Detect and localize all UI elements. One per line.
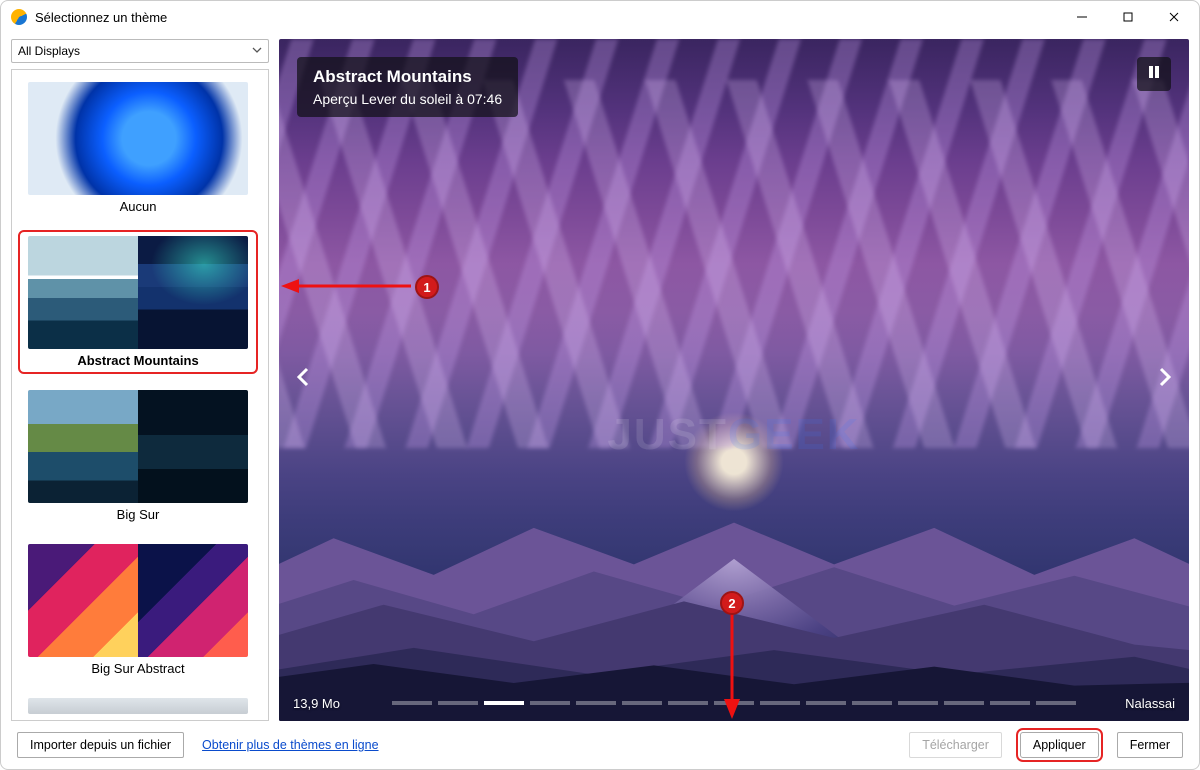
preview-dot[interactable] [898, 701, 938, 705]
preview-image [279, 39, 1189, 721]
theme-label: Big Sur Abstract [91, 661, 184, 676]
preview-dot[interactable] [760, 701, 800, 705]
apply-button[interactable]: Appliquer [1020, 732, 1099, 758]
preview-title-panel: Abstract Mountains Aperçu Lever du solei… [297, 57, 518, 117]
close-button[interactable] [1151, 1, 1197, 33]
import-button[interactable]: Importer depuis un fichier [17, 732, 184, 758]
sidebar: All Displays Aucun Abstract Mountains [11, 39, 269, 721]
chevron-left-icon [295, 372, 311, 394]
import-button-label: Importer depuis un fichier [30, 738, 171, 752]
preview-dot[interactable] [714, 701, 754, 705]
theme-item-abstract-mountains[interactable]: Abstract Mountains [18, 230, 258, 374]
theme-item-none[interactable]: Aucun [18, 76, 258, 220]
preview-dot[interactable] [484, 701, 524, 705]
preview-pane: JUSTGEEK Abstract Mountains Aperçu Lever… [279, 39, 1189, 721]
app-icon [11, 9, 27, 25]
chevron-down-icon [252, 44, 262, 58]
preview-dot[interactable] [990, 701, 1030, 705]
theme-item-next[interactable] [18, 692, 258, 720]
window-title: Sélectionnez un thème [35, 10, 167, 25]
preview-dot[interactable] [806, 701, 846, 705]
preview-dot[interactable] [530, 701, 570, 705]
download-button-label: Télécharger [922, 738, 989, 752]
minimize-button[interactable] [1059, 1, 1105, 33]
preview-dot[interactable] [668, 701, 708, 705]
pause-button[interactable] [1137, 57, 1171, 91]
preview-dot[interactable] [392, 701, 432, 705]
preview-prev-button[interactable] [285, 355, 321, 405]
preview-dot[interactable] [944, 701, 984, 705]
preview-dot[interactable] [438, 701, 478, 705]
close-button-label: Fermer [1130, 738, 1170, 752]
titlebar: Sélectionnez un thème [1, 1, 1199, 33]
theme-thumb [28, 390, 248, 503]
download-button: Télécharger [909, 732, 1002, 758]
maximize-button[interactable] [1105, 1, 1151, 33]
preview-dots[interactable] [392, 701, 1076, 705]
theme-list-scroll[interactable]: Aucun Abstract Mountains Big Sur [12, 70, 268, 720]
theme-thumb [28, 82, 248, 195]
display-selector[interactable]: All Displays [11, 39, 269, 63]
theme-label: Aucun [120, 199, 157, 214]
theme-item-big-sur-abstract[interactable]: Big Sur Abstract [18, 538, 258, 682]
theme-thumb [28, 236, 248, 349]
preview-next-button[interactable] [1147, 355, 1183, 405]
apply-button-label: Appliquer [1033, 738, 1086, 752]
preview-dot[interactable] [852, 701, 892, 705]
close-dialog-button[interactable]: Fermer [1117, 732, 1183, 758]
theme-label: Big Sur [117, 507, 160, 522]
theme-thumb [28, 698, 248, 714]
chevron-right-icon [1157, 372, 1173, 394]
theme-list: Aucun Abstract Mountains Big Sur [11, 69, 269, 721]
preview-author: Nalassai [1125, 696, 1175, 711]
footer: Importer depuis un fichier Obtenir plus … [1, 721, 1199, 769]
preview-dot[interactable] [622, 701, 662, 705]
theme-item-big-sur[interactable]: Big Sur [18, 384, 258, 528]
preview-size: 13,9 Mo [293, 696, 340, 711]
preview-dot[interactable] [576, 701, 616, 705]
preview-subtitle: Aperçu Lever du soleil à 07:46 [313, 91, 502, 107]
watermark: JUSTGEEK [607, 410, 860, 460]
preview-title: Abstract Mountains [313, 67, 502, 87]
preview-dot[interactable] [1036, 701, 1076, 705]
pause-icon [1147, 65, 1161, 84]
display-selector-value: All Displays [18, 44, 80, 58]
theme-label: Abstract Mountains [77, 353, 198, 368]
more-themes-link[interactable]: Obtenir plus de thèmes en ligne [202, 738, 379, 752]
theme-thumb [28, 544, 248, 657]
